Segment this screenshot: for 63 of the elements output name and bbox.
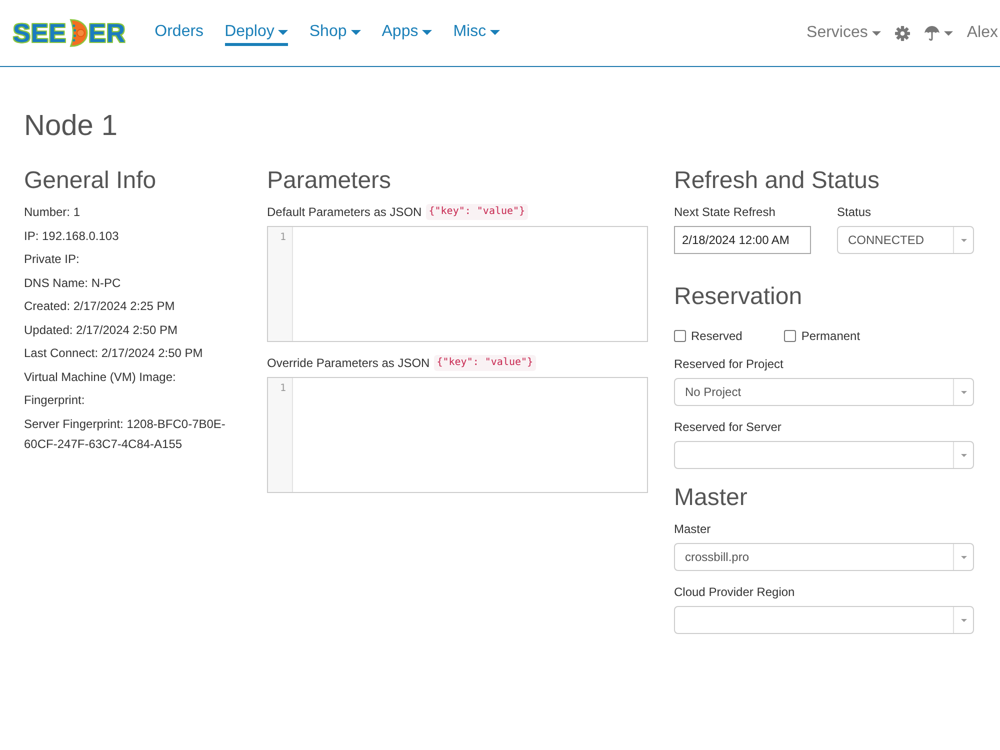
settings-icon xyxy=(894,26,910,40)
nav-link[interactable]: Deploy xyxy=(224,20,288,46)
caret-icon xyxy=(350,30,361,34)
line-number: 1 xyxy=(280,383,286,395)
field-label: Status xyxy=(837,204,872,221)
info-text: Last Connect: 2/17/2024 2:50 PM xyxy=(24,345,204,362)
caret-icon xyxy=(278,30,288,34)
info-text: Updated: 2/17/2024 2:50 PM xyxy=(24,322,178,338)
info-text: Server Fingerprint: 1208-BFC0-7B0E-60CF-247F-63C7-4C84-A155 xyxy=(24,416,226,452)
field-label: Override Parameters as JSON xyxy=(267,355,430,372)
caret-icon xyxy=(944,30,953,36)
section-heading: Reservation xyxy=(674,283,804,311)
caret-icon xyxy=(960,390,966,394)
logo-text[interactable]: ER xyxy=(88,18,126,48)
field-label: Reserved for Server xyxy=(674,419,782,436)
section-heading: Refresh and Status xyxy=(674,167,880,195)
logo-text[interactable]: SEE xyxy=(13,18,67,48)
field-label: Next State Refresh xyxy=(674,204,776,221)
nav-link[interactable]: Shop xyxy=(309,20,361,46)
caret-icon xyxy=(490,30,500,34)
code-editor[interactable]: 1 xyxy=(267,377,648,493)
checkbox-label: Permanent xyxy=(801,328,860,345)
seed-icon[interactable] xyxy=(68,18,88,48)
caret-icon xyxy=(960,556,966,558)
field-label: Master xyxy=(674,521,712,538)
date-time-input[interactable]: 2/18/2024 12:00 AM xyxy=(674,226,811,254)
info-text: IP: 192.168.0.103 xyxy=(24,228,120,244)
line-number: 1 xyxy=(280,232,286,244)
nav-link[interactable]: Apps xyxy=(382,20,432,46)
code-editor[interactable]: 1 xyxy=(267,226,648,342)
caret-icon xyxy=(960,238,966,242)
caret-icon xyxy=(960,618,966,622)
dropdown-select[interactable]: crossbill.pro xyxy=(674,543,974,571)
field-label: Cloud Provider Region xyxy=(674,584,796,601)
caret-icon xyxy=(872,30,881,36)
dropdown-select[interactable]: No Project xyxy=(674,378,974,406)
checkbox[interactable] xyxy=(784,330,796,342)
field-label: Default Parameters as JSON xyxy=(267,204,422,221)
nav-link[interactable]: Services xyxy=(806,24,881,42)
section-heading: Master xyxy=(674,484,748,512)
info-text: Private IP: xyxy=(24,251,80,268)
settings-button[interactable] xyxy=(894,26,910,40)
dropdown-select[interactable]: CONNECTED xyxy=(837,226,974,254)
code-sample: {"key": "value"} xyxy=(434,355,536,371)
checkbox-label: Reserved xyxy=(691,328,742,345)
code-sample: {"key": "value"} xyxy=(426,204,528,220)
umbrella-menu[interactable] xyxy=(924,25,953,41)
nav-link[interactable]: Orders xyxy=(154,20,204,46)
info-text: DNS Name: N-PC xyxy=(24,274,122,292)
info-text: Virtual Machine (VM) Image: xyxy=(24,368,177,386)
section-heading: Parameters xyxy=(267,167,392,195)
caret-icon xyxy=(422,30,432,34)
caret-icon xyxy=(960,454,966,456)
info-text: Fingerprint: xyxy=(24,392,86,409)
umbrella-icon xyxy=(924,25,940,41)
nav-link[interactable]: Misc xyxy=(453,20,500,46)
info-text: Number: 1 xyxy=(24,204,82,221)
field-label: Reserved for Project xyxy=(674,356,784,373)
info-text: Created: 2/17/2024 2:25 PM xyxy=(24,298,176,315)
checkbox[interactable] xyxy=(674,330,686,342)
section-heading: General Info xyxy=(24,167,158,195)
page-title: Node 1 xyxy=(24,110,119,142)
nav-link[interactable]: Alex xyxy=(966,24,998,42)
